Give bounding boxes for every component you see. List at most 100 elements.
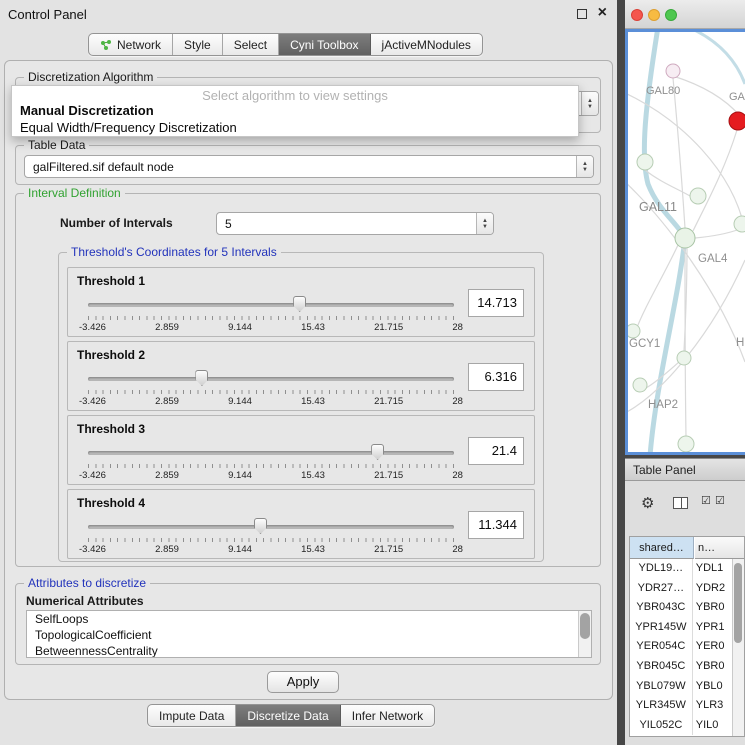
table-row[interactable]: YBL079WYBL0 bbox=[630, 677, 732, 697]
threshold-value-field[interactable]: 14.713 bbox=[468, 289, 524, 317]
apply-button[interactable]: Apply bbox=[267, 671, 339, 693]
threshold-slider[interactable]: -3.4262.8599.14415.4321.71528 bbox=[88, 295, 454, 335]
slider-thumb[interactable] bbox=[371, 444, 384, 460]
network-node[interactable] bbox=[734, 216, 745, 232]
tab-impute-data[interactable]: Impute Data bbox=[148, 705, 236, 726]
tab-cyni-toolbox[interactable]: Cyni Toolbox bbox=[279, 34, 370, 55]
selected-red-node[interactable] bbox=[729, 112, 745, 130]
attributes-group-title: Attributes to discretize bbox=[24, 576, 150, 590]
table-row[interactable]: YPR145WYPR1 bbox=[630, 618, 732, 638]
slider-track[interactable] bbox=[88, 525, 454, 529]
slider-track[interactable] bbox=[88, 377, 454, 381]
threshold-label: Threshold 2 bbox=[77, 348, 145, 362]
tab-jactivemnodules[interactable]: jActiveMNodules bbox=[371, 34, 482, 55]
slider-ticks bbox=[88, 316, 454, 320]
table-row[interactable]: YDL19…YDL1 bbox=[630, 559, 732, 579]
column-header-name[interactable]: n… bbox=[695, 537, 745, 559]
list-item[interactable]: TopologicalCoefficient bbox=[27, 627, 591, 643]
table-row[interactable]: YDR27…YDR2 bbox=[630, 579, 732, 599]
threshold-slider[interactable]: -3.4262.8599.14415.4321.71528 bbox=[88, 369, 454, 409]
tab-network-label: Network bbox=[117, 38, 161, 52]
table-scrollbar[interactable] bbox=[732, 559, 744, 736]
table-data-combo-value: galFiltered.sif default node bbox=[25, 156, 576, 177]
threshold-value-field[interactable]: 6.316 bbox=[468, 363, 524, 391]
network-canvas[interactable]: GAL80 GA GAL11 GAL4 GCY1 H HAP2 bbox=[628, 32, 745, 452]
control-panel-window: Control Panel × Network Style Select Cyn… bbox=[0, 0, 617, 745]
threshold-panel-1: Threshold 1 -3.4262.8599.14415.4321.7152… bbox=[67, 267, 535, 337]
interval-definition-title: Interval Definition bbox=[24, 186, 125, 200]
network-tab-icon bbox=[100, 39, 112, 51]
threshold-value-field[interactable]: 11.344 bbox=[468, 511, 524, 539]
threshold-panel-3: Threshold 3 -3.4262.8599.14415.4321.7152… bbox=[67, 415, 535, 485]
threshold-label: Threshold 4 bbox=[77, 496, 145, 510]
table-panel-title: Table Panel bbox=[633, 463, 696, 477]
highlighted-edge[interactable] bbox=[688, 32, 745, 84]
close-icon[interactable]: × bbox=[598, 4, 607, 22]
table-row[interactable]: YBR043CYBR0 bbox=[630, 598, 732, 618]
zoom-traffic-icon[interactable] bbox=[665, 9, 677, 21]
tab-infer-network[interactable]: Infer Network bbox=[341, 705, 434, 726]
node-table: shared… n… YDL19…YDL1 YDR27…YDR2 YBR043C… bbox=[629, 536, 745, 737]
thresholds-group: Threshold's Coordinates for 5 Intervals … bbox=[58, 252, 544, 562]
number-of-intervals-combo[interactable]: 5 ▲▼ bbox=[216, 212, 494, 235]
slider-ticks bbox=[88, 464, 454, 468]
combo-stepper-icon[interactable]: ▲▼ bbox=[576, 156, 593, 177]
table-row[interactable]: YBR045CYBR0 bbox=[630, 657, 732, 677]
slider-scale: -3.4262.8599.14415.4321.71528 bbox=[79, 396, 463, 407]
float-window-icon[interactable] bbox=[577, 9, 587, 19]
network-view[interactable]: GAL80 GA GAL11 GAL4 GCY1 H HAP2 bbox=[625, 29, 745, 455]
combo-stepper-icon[interactable]: ▲▼ bbox=[476, 213, 493, 234]
slider-thumb[interactable] bbox=[195, 370, 208, 386]
scrollbar-thumb[interactable] bbox=[580, 613, 590, 639]
table-data-combo[interactable]: galFiltered.sif default node ▲▼ bbox=[24, 155, 594, 178]
slider-track[interactable] bbox=[88, 451, 454, 455]
threshold-value-field[interactable]: 21.4 bbox=[468, 437, 524, 465]
network-window: GAL80 GA GAL11 GAL4 GCY1 H HAP2 bbox=[625, 0, 745, 455]
table-row[interactable]: YIL052CYIL0 bbox=[630, 716, 732, 736]
tab-style[interactable]: Style bbox=[173, 34, 223, 55]
network-window-titlebar bbox=[625, 0, 745, 29]
network-node[interactable] bbox=[628, 324, 640, 338]
network-node[interactable] bbox=[677, 351, 691, 365]
tab-discretize-data[interactable]: Discretize Data bbox=[236, 705, 340, 726]
checkbox-icon[interactable]: ☑ bbox=[701, 494, 711, 507]
threshold-label: Threshold 3 bbox=[77, 422, 145, 436]
network-node[interactable] bbox=[637, 154, 653, 170]
network-node[interactable] bbox=[675, 228, 695, 248]
attributes-list: SelfLoops TopologicalCoefficient Between… bbox=[26, 610, 592, 658]
tab-network[interactable]: Network bbox=[89, 34, 173, 55]
network-node[interactable] bbox=[666, 64, 680, 78]
table-row[interactable]: YER054CYER0 bbox=[630, 637, 732, 657]
combo-stepper-icon[interactable]: ▲▼ bbox=[581, 92, 598, 115]
slider-track[interactable] bbox=[88, 303, 454, 307]
number-of-intervals-value: 5 bbox=[217, 213, 476, 234]
control-panel-titlebar: Control Panel × bbox=[0, 0, 617, 28]
network-node[interactable] bbox=[633, 378, 647, 392]
list-item[interactable]: SelfLoops bbox=[27, 611, 591, 627]
interval-definition-group: Interval Definition Number of Intervals … bbox=[15, 193, 601, 567]
network-node[interactable] bbox=[678, 436, 694, 452]
list-item[interactable]: BetweennessCentrality bbox=[27, 643, 591, 658]
slider-thumb[interactable] bbox=[254, 518, 267, 534]
column-header-shared-name[interactable]: shared… bbox=[630, 537, 694, 559]
threshold-slider[interactable]: -3.4262.8599.14415.4321.71528 bbox=[88, 443, 454, 483]
threshold-slider[interactable]: -3.4262.8599.14415.4321.71528 bbox=[88, 517, 454, 557]
gear-icon[interactable]: ⚙ bbox=[641, 494, 654, 512]
checkbox-icon[interactable]: ☑ bbox=[715, 494, 725, 507]
table-rows: YDL19…YDL1 YDR27…YDR2 YBR043CYBR0 YPR145… bbox=[630, 559, 732, 735]
minimize-traffic-icon[interactable] bbox=[648, 9, 660, 21]
list-scrollbar[interactable] bbox=[578, 611, 591, 657]
threshold-panel-4: Threshold 4 -3.4262.8599.14415.4321.7152… bbox=[67, 489, 535, 559]
dropdown-option-equal-width[interactable]: Equal Width/Frequency Discretization bbox=[20, 120, 237, 135]
table-columns-icon[interactable] bbox=[673, 497, 688, 509]
dropdown-option-manual[interactable]: Manual Discretization bbox=[20, 103, 154, 118]
network-node-label: HAP2 bbox=[648, 399, 678, 411]
tab-select[interactable]: Select bbox=[223, 34, 279, 55]
table-row[interactable]: YLR345WYLR3 bbox=[630, 696, 732, 716]
scrollbar-thumb[interactable] bbox=[734, 563, 742, 643]
table-panel-titlebar: Table Panel bbox=[625, 458, 745, 481]
close-traffic-icon[interactable] bbox=[631, 9, 643, 21]
thresholds-group-title: Threshold's Coordinates for 5 Intervals bbox=[67, 245, 281, 259]
network-node[interactable] bbox=[690, 188, 706, 204]
slider-thumb[interactable] bbox=[293, 296, 306, 312]
